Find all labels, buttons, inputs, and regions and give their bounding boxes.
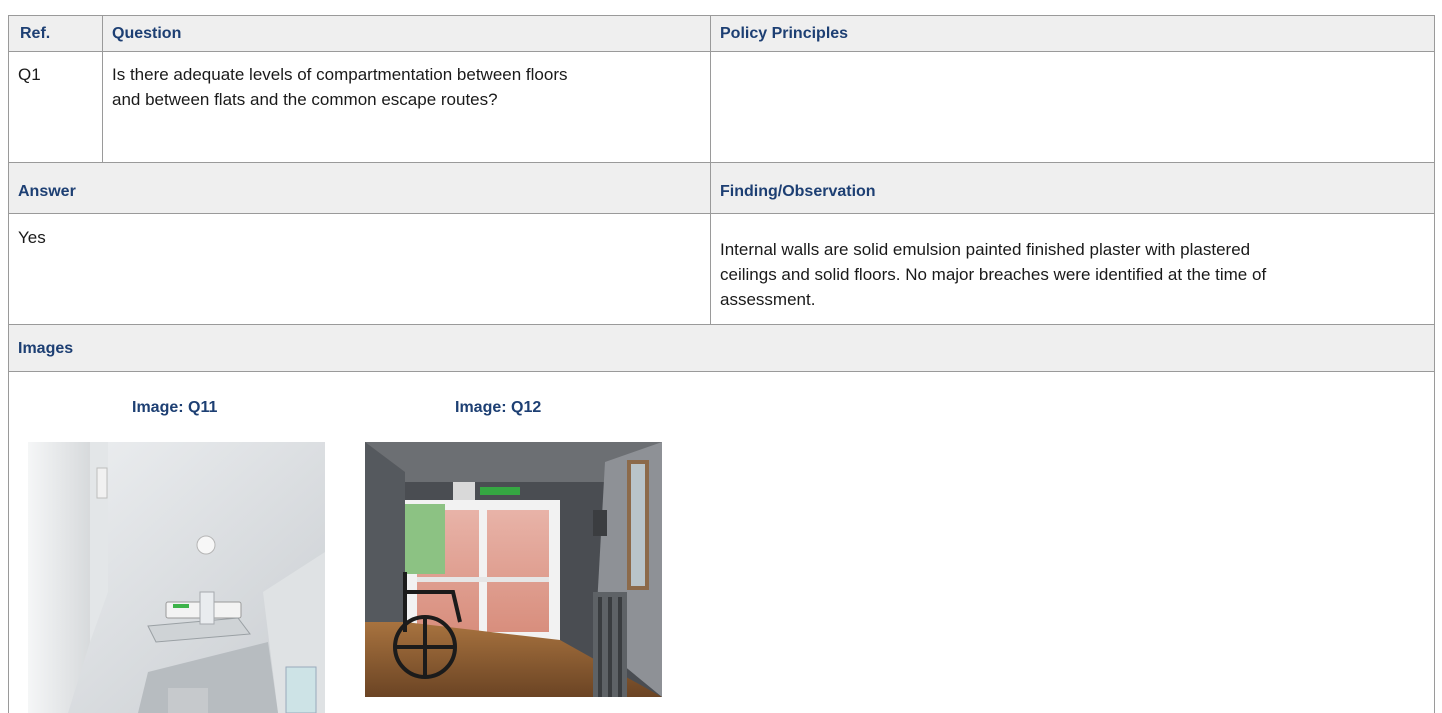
assessment-table: Ref. Question Policy Principles Q1 Is th…	[0, 0, 1442, 713]
header-policy: Policy Principles	[720, 25, 849, 42]
photo-q12	[365, 442, 662, 697]
question-text: Is there adequate levels of compartmenta…	[112, 65, 568, 109]
header-ref: Ref.	[20, 25, 51, 42]
answer-value: Yes	[18, 228, 46, 247]
header-question: Question	[112, 25, 182, 42]
header-question-cell	[102, 15, 710, 51]
photo-q12-illustration	[365, 442, 662, 697]
answer-header-cell	[8, 162, 710, 213]
policy-cell	[710, 51, 1435, 162]
finding-text: Internal walls are solid emulsion painte…	[720, 240, 1267, 309]
finding-header: Finding/Observation	[720, 183, 876, 200]
image-caption-q12: Image: Q12	[455, 399, 542, 416]
photo-q11-illustration	[28, 442, 325, 713]
ref-value: Q1	[18, 65, 41, 84]
top-border-accent	[8, 15, 1435, 16]
table-right-border	[1434, 15, 1435, 713]
photo-q11	[28, 442, 325, 713]
answer-header: Answer	[18, 183, 76, 200]
images-header-cell	[8, 324, 1435, 371]
image-caption-q11: Image: Q11	[132, 399, 218, 416]
answer-cell	[8, 213, 710, 324]
images-header: Images	[18, 340, 74, 357]
